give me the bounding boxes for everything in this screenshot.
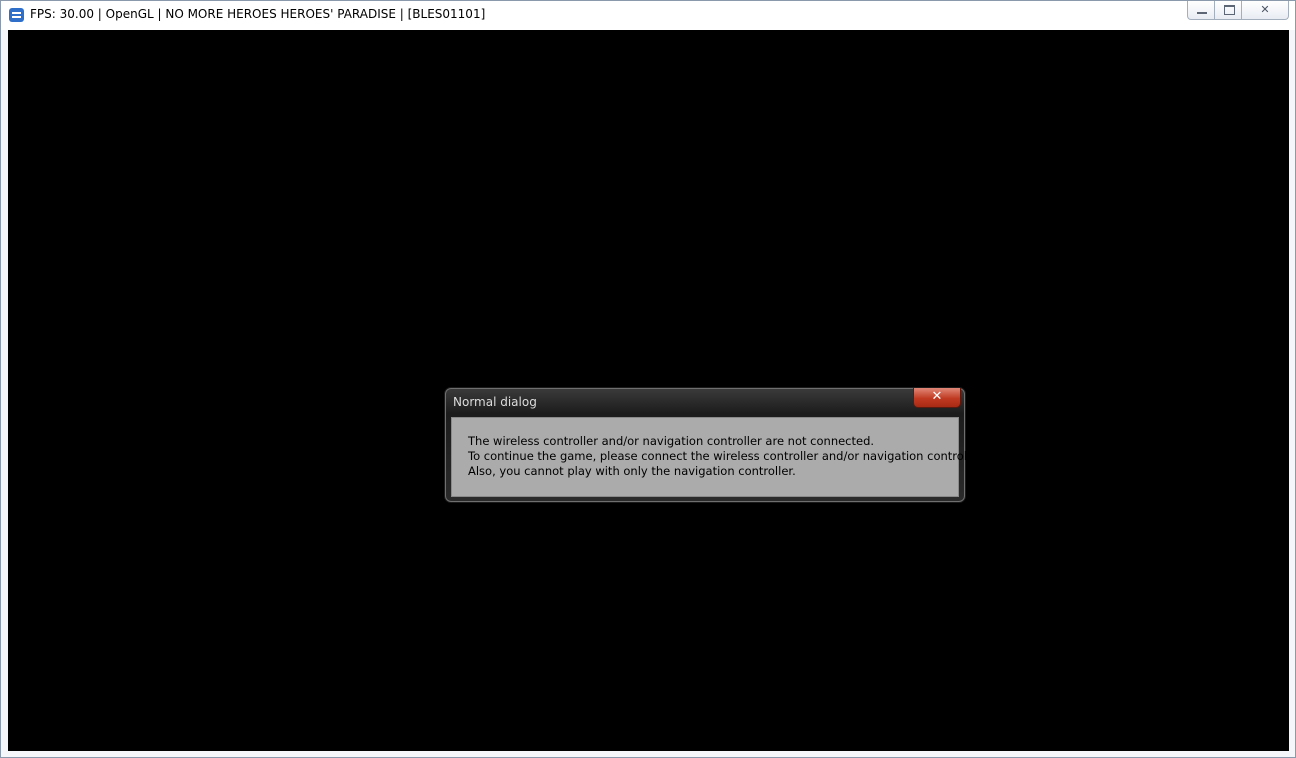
app-icon (9, 8, 24, 22)
close-icon: ✕ (931, 389, 943, 404)
title-bar[interactable]: FPS: 30.00 | OpenGL | NO MORE HEROES HER… (1, 1, 1295, 30)
minimize-icon (1197, 12, 1207, 14)
maximize-icon (1224, 5, 1235, 15)
dialog-message-line: The wireless controller and/or navigatio… (468, 434, 875, 448)
dialog-title: Normal dialog (453, 395, 537, 409)
close-icon: ✕ (1260, 3, 1270, 16)
dialog-message-line: To continue the game, please connect the… (468, 449, 985, 463)
normal-dialog: Normal dialog ✕ The wireless controller … (445, 388, 985, 502)
window-title: FPS: 30.00 | OpenGL | NO MORE HEROES HER… (30, 7, 486, 21)
minimize-button[interactable] (1187, 1, 1215, 20)
emulator-window: FPS: 30.00 | OpenGL | NO MORE HEROES HER… (0, 0, 1296, 758)
dialog-message-line: Also, you cannot play with only the navi… (468, 464, 796, 478)
maximize-button[interactable] (1214, 1, 1242, 20)
dialog-close-button[interactable]: ✕ (913, 388, 961, 408)
dialog-message-panel: The wireless controller and/or navigatio… (451, 417, 985, 497)
close-button[interactable]: ✕ (1241, 1, 1289, 20)
game-viewport[interactable]: Normal dialog ✕ The wireless controller … (8, 30, 1289, 751)
